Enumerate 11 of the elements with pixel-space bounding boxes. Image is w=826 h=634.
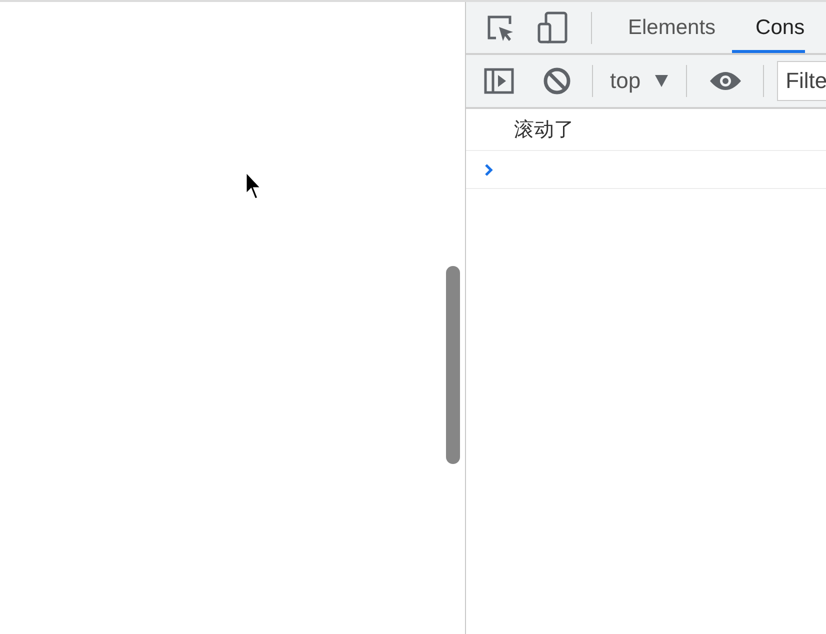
dropdown-arrow-icon	[654, 75, 668, 87]
clear-console-icon[interactable]	[543, 67, 571, 95]
device-toolbar-icon[interactable]	[537, 11, 569, 44]
eye-icon[interactable]	[708, 71, 742, 91]
console-message: 滚动了	[514, 118, 574, 143]
prompt-chevron-icon	[484, 162, 494, 176]
context-dropdown[interactable]: top	[610, 68, 668, 94]
scrollbar-thumb[interactable]	[446, 266, 460, 464]
panel-tab[interactable]: Elements	[592, 2, 732, 53]
filter-field[interactable]: Filte	[776, 61, 826, 101]
sidebar-toggle-icon[interactable]	[484, 68, 514, 94]
